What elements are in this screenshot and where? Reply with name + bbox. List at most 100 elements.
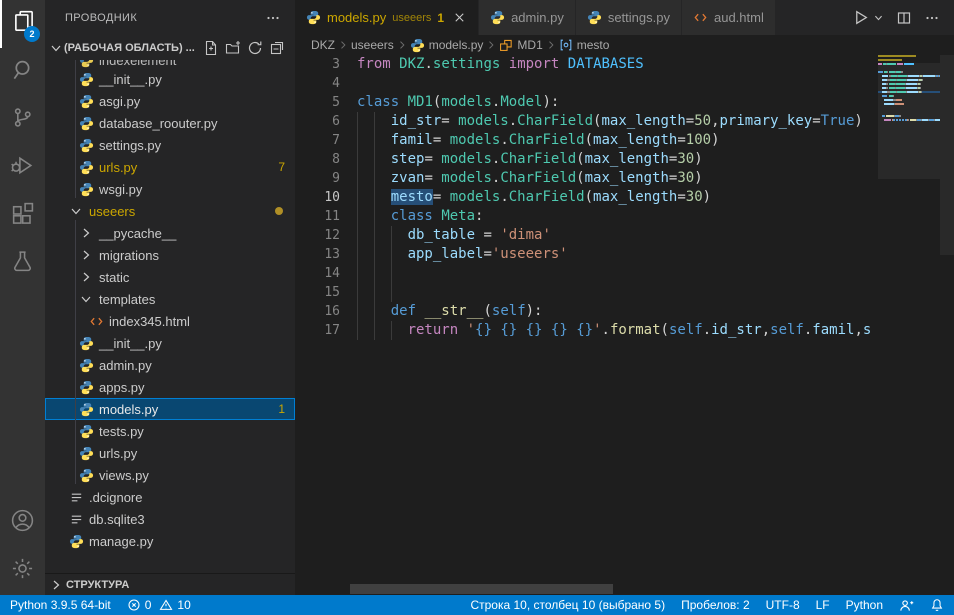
more-actions-icon[interactable] xyxy=(924,10,940,26)
tree-item-templates[interactable]: templates xyxy=(45,288,295,310)
indent-guide xyxy=(374,302,375,321)
tree-item-__init__.py[interactable]: __init__.py xyxy=(45,332,295,354)
tree-item-database_roouter.py[interactable]: database_roouter.py xyxy=(45,112,295,134)
run-dropdown-icon[interactable] xyxy=(873,12,884,23)
tab-admin.py[interactable]: admin.py xyxy=(479,0,576,35)
collapse-all-icon[interactable] xyxy=(269,40,285,56)
status-encoding[interactable]: UTF-8 xyxy=(766,598,800,612)
sidebar-more-actions-icon[interactable] xyxy=(265,10,281,26)
split-editor-icon[interactable] xyxy=(896,10,912,26)
code-token: s xyxy=(863,322,871,338)
status-problems[interactable]: 010 xyxy=(127,598,191,612)
tree-item-label: useeers xyxy=(89,204,135,219)
minimap-line xyxy=(896,83,905,85)
status-cursor-position[interactable]: Строка 10, столбец 10 (выбрано 5) xyxy=(470,598,665,612)
code-token: def xyxy=(391,303,416,319)
tree-item-manage.py[interactable]: manage.py xyxy=(45,530,295,552)
breadcrumb-item-useeers[interactable]: useeers xyxy=(351,38,394,52)
tab-settings.py[interactable]: settings.py xyxy=(576,0,682,35)
status-indentation[interactable]: Пробелов: 2 xyxy=(681,598,750,612)
tree-item-__init__.py[interactable]: __init__.py xyxy=(45,68,295,90)
activity-accounts[interactable] xyxy=(0,499,45,547)
tree-item-urls.py[interactable]: urls.py7 xyxy=(45,156,295,178)
tree-item-db.sqlite3[interactable]: db.sqlite3 xyxy=(45,508,295,530)
tree-item-apps.py[interactable]: apps.py xyxy=(45,376,295,398)
new-folder-icon[interactable] xyxy=(225,40,241,56)
status-language-mode[interactable]: Python xyxy=(846,598,883,612)
tab-aud.html[interactable]: aud.html xyxy=(682,0,776,35)
tree-item-wsgi.py[interactable]: wsgi.py xyxy=(45,178,295,200)
refresh-icon[interactable] xyxy=(247,40,263,56)
tree-item-useeers[interactable]: useeers xyxy=(45,200,295,222)
minimap[interactable] xyxy=(878,55,940,375)
tab-models.py[interactable]: models.pyuseeers1 xyxy=(295,0,479,35)
code-line: 8 step= models.CharField(max_length=30) xyxy=(295,150,878,169)
activity-manage[interactable] xyxy=(0,547,45,595)
workspace-section-header[interactable]: (РАБОЧАЯ ОБЛАСТЬ) ... xyxy=(45,35,295,60)
tree-item-indexelement[interactable]: indexelement xyxy=(45,60,295,68)
code-token xyxy=(568,322,576,338)
status-notifications[interactable] xyxy=(930,598,944,612)
minimap-line xyxy=(906,83,917,85)
activity-search[interactable] xyxy=(0,48,45,96)
activity-testing[interactable] xyxy=(0,240,45,288)
code-token: {} xyxy=(475,322,492,338)
status-label: Python 3.9.5 64-bit xyxy=(10,598,111,612)
tree-item-settings.py[interactable]: settings.py xyxy=(45,134,295,156)
breadcrumb-item-models.py[interactable]: models.py xyxy=(410,38,484,53)
chevron-down-icon xyxy=(78,291,94,307)
indent-guide xyxy=(357,112,358,131)
tree-item-label: templates xyxy=(99,292,155,307)
tab-label: admin.py xyxy=(511,10,564,25)
chevron-down-icon xyxy=(68,203,84,219)
code-line: 13 app_label='useeers' xyxy=(295,245,878,264)
breadcrumb-item-mesto[interactable]: mesto xyxy=(559,38,610,52)
tree-item-views.py[interactable]: views.py xyxy=(45,464,295,486)
code-token: ( xyxy=(585,189,593,205)
tree-item-migrations[interactable]: migrations xyxy=(45,244,295,266)
indent-guide xyxy=(374,245,375,264)
code-token: True xyxy=(821,113,855,129)
code-token xyxy=(357,322,408,338)
new-file-icon[interactable] xyxy=(203,40,219,56)
python-file-icon xyxy=(490,10,505,25)
tree-item-.dcignore[interactable]: .dcignore xyxy=(45,486,295,508)
code-token: ' xyxy=(467,322,475,338)
code-token: CharField xyxy=(500,170,576,186)
outline-section-header[interactable]: СТРУКТУРА xyxy=(45,573,295,595)
code-token: models xyxy=(441,170,492,186)
breadcrumb-item-dkz[interactable]: DKZ xyxy=(311,38,335,52)
indent-guide xyxy=(374,188,375,207)
horizontal-scrollbar[interactable] xyxy=(350,584,613,594)
problem-count-badge: 7 xyxy=(278,160,285,174)
tree-item-asgi.py[interactable]: asgi.py xyxy=(45,90,295,112)
tree-item-label: admin.py xyxy=(99,358,152,373)
chevron-right-icon xyxy=(545,39,557,51)
activity-extensions[interactable] xyxy=(0,192,45,240)
tree-item-static[interactable]: static xyxy=(45,266,295,288)
tree-item-index345.html[interactable]: index345.html xyxy=(45,310,295,332)
close-icon[interactable] xyxy=(452,10,467,25)
activity-explorer[interactable]: 2 xyxy=(0,0,45,48)
vertical-scrollbar[interactable] xyxy=(940,55,954,255)
run-python-file-icon[interactable] xyxy=(852,9,869,26)
code-token: max_length xyxy=(593,132,677,148)
tree-item-admin.py[interactable]: admin.py xyxy=(45,354,295,376)
tree-item-tests.py[interactable]: tests.py xyxy=(45,420,295,442)
extensions-icon xyxy=(10,201,35,231)
activity-run-and-debug[interactable] xyxy=(0,144,45,192)
code-editor[interactable]: 3from DKZ.settings import DATABASES45cla… xyxy=(295,55,954,595)
status-python-interpreter[interactable]: Python 3.9.5 64-bit xyxy=(10,598,111,612)
code-token: , xyxy=(762,322,770,338)
activity-source-control[interactable] xyxy=(0,96,45,144)
breadcrumb-label: models.py xyxy=(429,38,484,52)
status-feedback[interactable] xyxy=(899,598,914,613)
tree-item-label: settings.py xyxy=(99,138,161,153)
breadcrumb-item-md1[interactable]: MD1 xyxy=(499,38,542,52)
code-token: = xyxy=(812,113,820,129)
status-eol[interactable]: LF xyxy=(816,598,830,612)
tree-item-models.py[interactable]: models.py1 xyxy=(45,398,295,420)
tree-item-urls.py[interactable]: urls.py xyxy=(45,442,295,464)
tree-item-__pycache__[interactable]: __pycache__ xyxy=(45,222,295,244)
code-token: famil xyxy=(812,322,854,338)
